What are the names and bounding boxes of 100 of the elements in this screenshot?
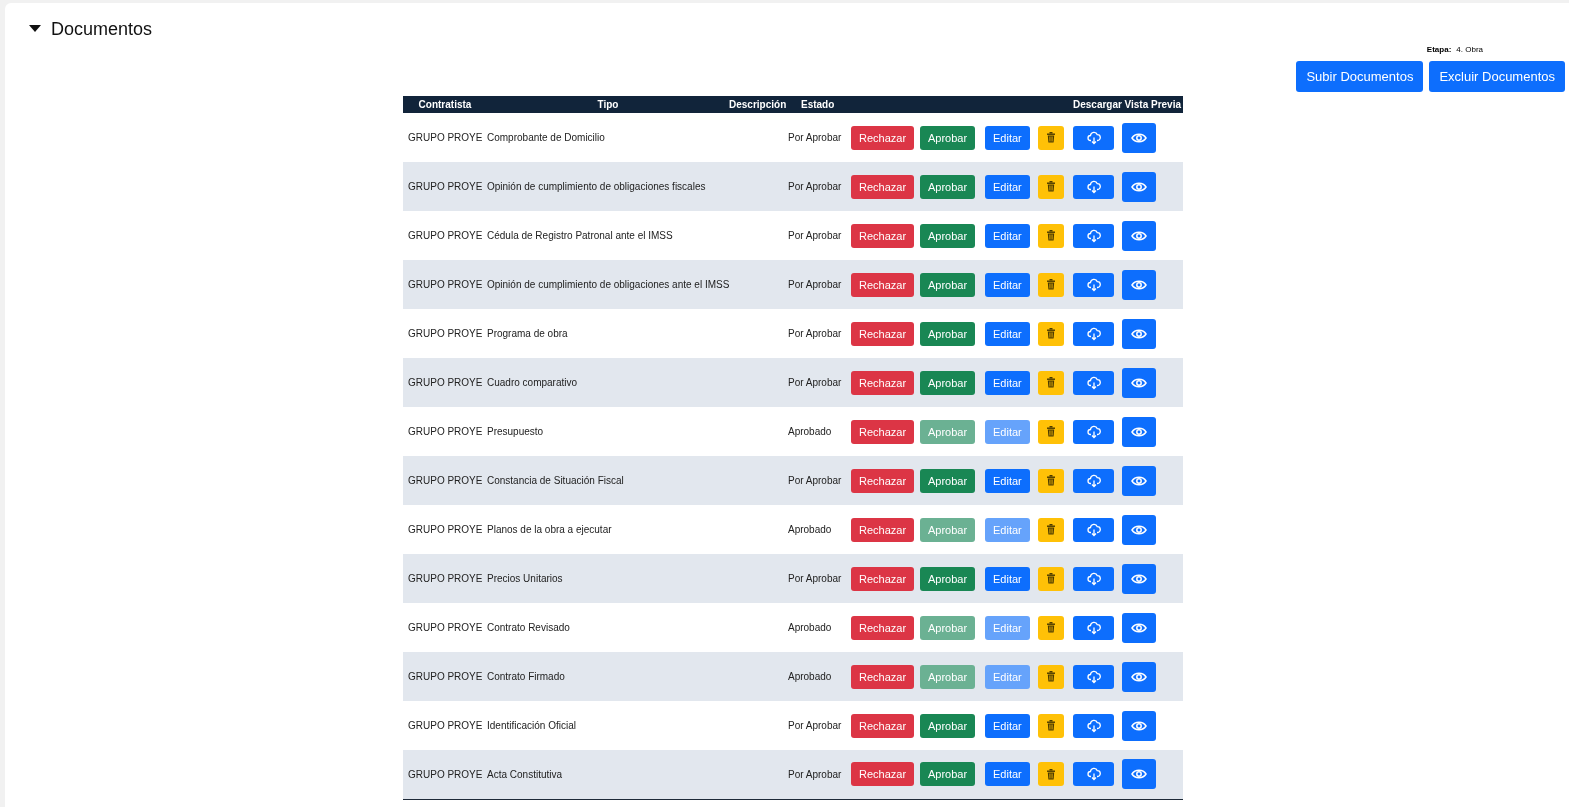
download-button[interactable] xyxy=(1073,762,1114,787)
preview-button[interactable] xyxy=(1122,171,1156,202)
cloud-download-icon xyxy=(1086,179,1101,194)
reject-button[interactable]: Rechazar xyxy=(851,223,915,248)
approve-button[interactable]: Aprobar xyxy=(920,321,976,346)
download-button[interactable] xyxy=(1073,272,1114,297)
delete-button[interactable] xyxy=(1038,419,1064,444)
eye-icon xyxy=(1131,523,1147,536)
reject-button[interactable]: Rechazar xyxy=(851,321,915,346)
edit-button[interactable]: Editar xyxy=(985,174,1030,199)
status-cell: Por Aprobar xyxy=(788,132,842,143)
preview-button[interactable] xyxy=(1122,465,1156,496)
approve-button[interactable]: Aprobar xyxy=(920,272,976,297)
delete-button[interactable] xyxy=(1038,174,1064,199)
reject-button[interactable]: Rechazar xyxy=(851,419,915,444)
preview-button[interactable] xyxy=(1122,661,1156,692)
delete-button[interactable] xyxy=(1038,517,1064,542)
reject-button[interactable]: Rechazar xyxy=(851,664,915,689)
preview-button[interactable] xyxy=(1122,563,1156,594)
contractor-cell: GRUPO PROYE xyxy=(408,230,483,241)
edit-button[interactable]: Editar xyxy=(985,125,1030,150)
edit-button[interactable]: Editar xyxy=(985,272,1030,297)
download-button[interactable] xyxy=(1073,615,1114,640)
reject-button[interactable]: Rechazar xyxy=(851,762,915,787)
delete-button[interactable] xyxy=(1038,762,1064,787)
trash-icon xyxy=(1045,719,1057,732)
approve-button[interactable]: Aprobar xyxy=(920,370,976,395)
approve-button[interactable]: Aprobar xyxy=(920,713,976,738)
reject-button[interactable]: Rechazar xyxy=(851,125,915,150)
eye-icon xyxy=(1131,621,1147,634)
eye-icon xyxy=(1131,425,1147,438)
preview-button[interactable] xyxy=(1122,367,1156,398)
download-button[interactable] xyxy=(1073,223,1114,248)
approve-button[interactable]: Aprobar xyxy=(920,468,976,493)
delete-button[interactable] xyxy=(1038,272,1064,297)
delete-button[interactable] xyxy=(1038,321,1064,346)
trash-icon xyxy=(1045,180,1057,193)
reject-button[interactable]: Rechazar xyxy=(851,468,915,493)
reject-button[interactable]: Rechazar xyxy=(851,174,915,199)
type-cell: Cuadro comparativo xyxy=(487,377,578,388)
download-button[interactable] xyxy=(1073,566,1114,591)
delete-button[interactable] xyxy=(1038,615,1064,640)
preview-button[interactable] xyxy=(1122,318,1156,349)
reject-button[interactable]: Rechazar xyxy=(851,615,915,640)
reject-button[interactable]: Rechazar xyxy=(851,713,915,738)
edit-button[interactable]: Editar xyxy=(985,762,1030,787)
edit-button[interactable]: Editar xyxy=(985,321,1030,346)
download-button[interactable] xyxy=(1073,468,1114,493)
delete-button[interactable] xyxy=(1038,370,1064,395)
type-cell: Cédula de Registro Patronal ante el IMSS xyxy=(487,230,673,241)
cloud-download-icon xyxy=(1086,424,1101,439)
reject-button[interactable]: Rechazar xyxy=(851,517,915,542)
download-button[interactable] xyxy=(1073,174,1114,199)
download-button[interactable] xyxy=(1073,370,1114,395)
download-button[interactable] xyxy=(1073,664,1114,689)
action-button[interactable]: Subir Documentos xyxy=(1296,61,1424,92)
delete-button[interactable] xyxy=(1038,664,1064,689)
preview-button[interactable] xyxy=(1122,612,1156,643)
approve-button[interactable]: Aprobar xyxy=(920,125,976,150)
cloud-download-icon xyxy=(1086,277,1101,292)
download-button[interactable] xyxy=(1073,517,1114,542)
preview-button[interactable] xyxy=(1122,759,1156,790)
edit-button[interactable]: Editar xyxy=(985,566,1030,591)
preview-button[interactable] xyxy=(1122,122,1156,153)
trash-icon xyxy=(1045,767,1057,781)
delete-button[interactable] xyxy=(1038,566,1064,591)
approve-button[interactable]: Aprobar xyxy=(920,174,976,199)
download-button[interactable] xyxy=(1073,419,1114,444)
trash-icon xyxy=(1045,621,1057,634)
preview-button[interactable] xyxy=(1122,710,1156,741)
trash-icon xyxy=(1045,229,1057,242)
edit-button[interactable]: Editar xyxy=(985,468,1030,493)
preview-button[interactable] xyxy=(1122,416,1156,447)
type-cell: Precios Unitarios xyxy=(487,573,563,584)
edit-button[interactable]: Editar xyxy=(985,223,1030,248)
delete-button[interactable] xyxy=(1038,125,1064,150)
delete-button[interactable] xyxy=(1038,713,1064,738)
approve-button[interactable]: Aprobar xyxy=(920,223,976,248)
download-button[interactable] xyxy=(1073,713,1114,738)
preview-button[interactable] xyxy=(1122,220,1156,251)
status-cell: Por Aprobar xyxy=(788,475,842,486)
section-title[interactable]: Documentos xyxy=(51,18,153,40)
delete-button[interactable] xyxy=(1038,223,1064,248)
action-button[interactable]: Excluir Documentos xyxy=(1429,61,1565,92)
reject-button[interactable]: Rechazar xyxy=(851,272,915,297)
edit-button[interactable]: Editar xyxy=(985,713,1030,738)
preview-button[interactable] xyxy=(1122,514,1156,545)
download-button[interactable] xyxy=(1073,125,1114,150)
approve-button[interactable]: Aprobar xyxy=(920,566,976,591)
reject-button[interactable]: Rechazar xyxy=(851,566,915,591)
status-cell: Por Aprobar xyxy=(788,230,842,241)
edit-button[interactable]: Editar xyxy=(985,370,1030,395)
caret-icon[interactable] xyxy=(29,25,41,33)
reject-button[interactable]: Rechazar xyxy=(851,370,915,395)
preview-button[interactable] xyxy=(1122,269,1156,300)
delete-button[interactable] xyxy=(1038,468,1064,493)
eye-icon xyxy=(1131,376,1147,389)
trash-icon xyxy=(1045,131,1057,144)
approve-button[interactable]: Aprobar xyxy=(920,762,976,787)
download-button[interactable] xyxy=(1073,321,1114,346)
